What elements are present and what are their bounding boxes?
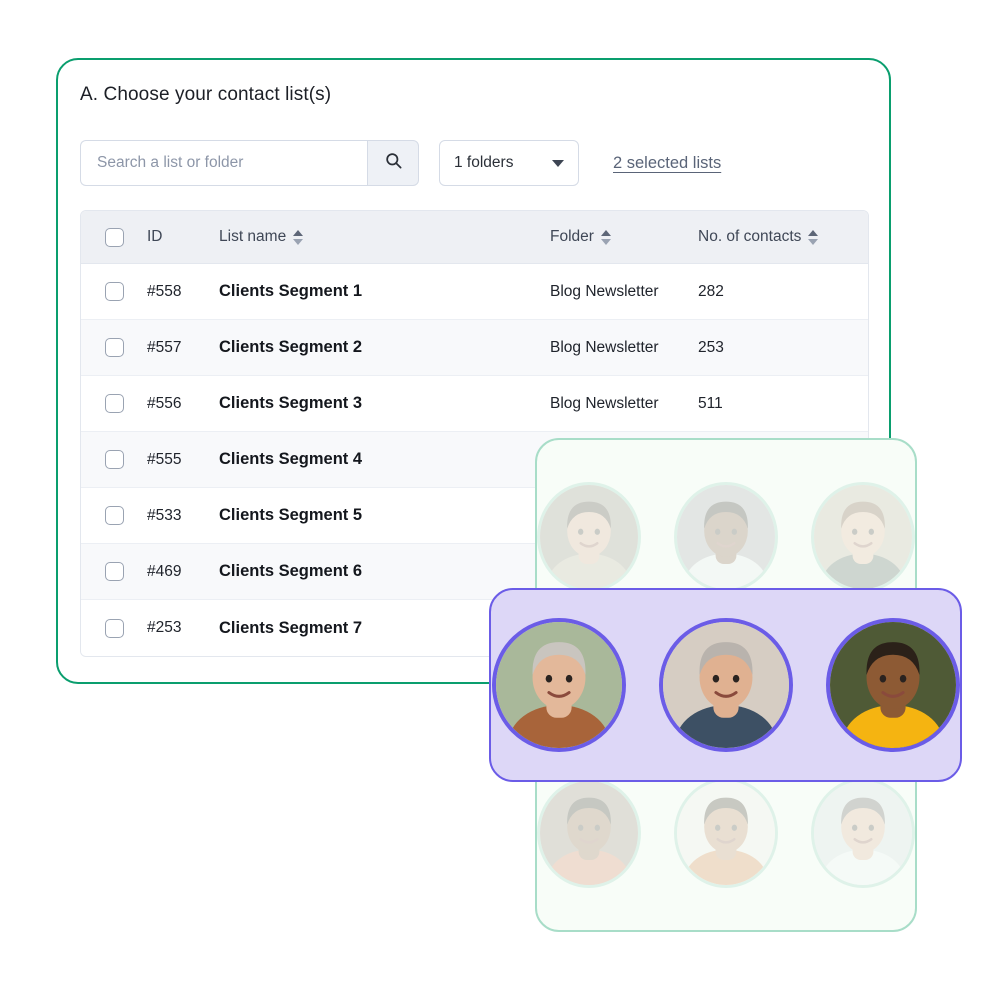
table-row[interactable]: #556 Clients Segment 3 Blog Newsletter 511 (81, 376, 868, 432)
cell-list-name: Clients Segment 5 (219, 506, 363, 524)
row-checkbox[interactable] (104, 450, 124, 469)
header-label-count: No. of contacts (698, 228, 802, 245)
row-checkbox[interactable] (104, 618, 124, 638)
sort-icon-name[interactable] (293, 229, 304, 245)
sort-icon-folder[interactable] (600, 229, 611, 245)
search-group (80, 140, 419, 186)
folders-dropdown-label: 1 folders (454, 154, 514, 171)
avatar-row-bottom (537, 778, 915, 888)
avatar-senior-woman-glasses (491, 618, 626, 752)
page-title: A. Choose your contact list(s) (80, 84, 332, 105)
sort-icon-count[interactable] (808, 229, 819, 245)
row-checkbox[interactable] (104, 506, 124, 525)
cell-list-name: Clients Segment 1 (219, 282, 363, 300)
cell-id: #556 (147, 394, 182, 412)
cell-id: #557 (147, 338, 182, 356)
cell-list-name: Clients Segment 3 (219, 394, 363, 412)
search-button[interactable] (367, 140, 419, 186)
row-checkbox[interactable] (104, 562, 124, 581)
cell-id: #555 (147, 450, 182, 468)
cell-list-name: Clients Segment 6 (219, 562, 363, 580)
cell-contact-count: 282 (698, 282, 724, 300)
header-label-folder: Folder (550, 228, 594, 245)
cell-id: #533 (147, 506, 182, 524)
table-header-row: ID List name Folder No. of contacts (81, 211, 868, 264)
header-cell-id: ID (147, 228, 219, 246)
cell-list-name: Clients Segment 2 (219, 338, 363, 356)
cell-folder: Blog Newsletter (550, 282, 659, 300)
chevron-down-icon (552, 159, 564, 167)
avatar-man-glasses-shirt (811, 778, 915, 888)
cell-id: #558 (147, 282, 182, 300)
table-row[interactable]: #557 Clients Segment 2 Blog Newsletter 253 (81, 320, 868, 376)
row-select-cell (81, 506, 147, 525)
select-all-checkbox[interactable] (104, 227, 124, 247)
header-label-id: ID (147, 228, 163, 245)
avatar-woman-afro (674, 778, 778, 888)
row-select-cell (81, 394, 147, 413)
cell-id: #469 (147, 562, 182, 580)
row-select-cell (81, 618, 147, 638)
folders-dropdown[interactable]: 1 folders (439, 140, 579, 186)
cell-folder: Blog Newsletter (550, 338, 659, 356)
cell-contact-count: 511 (698, 394, 723, 412)
row-select-cell (81, 562, 147, 581)
selected-lists-link[interactable]: 2 selected lists (613, 154, 721, 173)
row-select-cell (81, 450, 147, 469)
avatar-senior-man-beard (658, 618, 793, 752)
row-checkbox[interactable] (104, 394, 124, 413)
row-select-cell (81, 338, 147, 357)
search-input[interactable] (80, 140, 367, 186)
cell-list-name: Clients Segment 7 (219, 618, 363, 637)
header-cell-count[interactable]: No. of contacts (698, 228, 868, 246)
row-select-cell (81, 282, 147, 301)
screenshot-root: A. Choose your contact list(s) 1 folders (0, 0, 1000, 1000)
avatar-woman-apron (537, 482, 641, 592)
toolbar: 1 folders 2 selected lists (80, 140, 721, 186)
cell-list-name: Clients Segment 4 (219, 450, 363, 468)
header-cell-folder[interactable]: Folder (550, 228, 698, 246)
search-icon (384, 151, 403, 175)
cell-id: #253 (147, 619, 182, 636)
avatar-row-top (537, 482, 915, 592)
avatar-woman-curly-hair (811, 482, 915, 592)
table-row[interactable]: #558 Clients Segment 1 Blog Newsletter 282 (81, 264, 868, 320)
row-checkbox[interactable] (104, 338, 124, 357)
cell-folder: Blog Newsletter (550, 394, 659, 412)
select-all-cell (81, 227, 147, 247)
header-cell-name[interactable]: List name (219, 228, 550, 246)
avatar-man-white-tee (674, 482, 778, 592)
avatar-row-selected (491, 618, 960, 752)
avatar-woman-headwrap (825, 618, 960, 752)
row-checkbox[interactable] (104, 282, 124, 301)
avatar-man-beanie (537, 778, 641, 888)
header-label-name: List name (219, 228, 287, 245)
cell-contact-count: 253 (698, 338, 724, 356)
avatar-card-purple (489, 588, 962, 782)
